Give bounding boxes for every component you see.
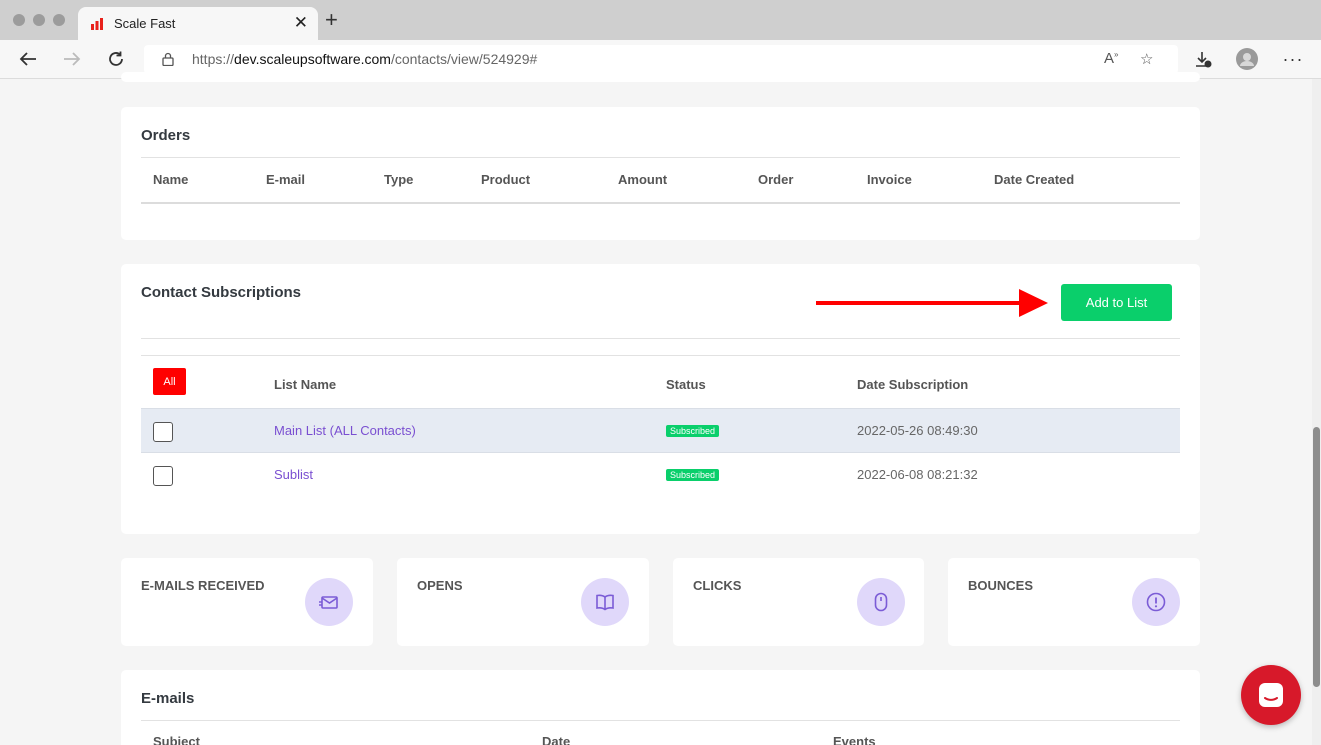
chat-icon: [1259, 683, 1283, 707]
url-text[interactable]: https://dev.scaleupsoftware.com/contacts…: [192, 51, 537, 67]
col-date-subscription[interactable]: Date Subscription: [857, 377, 968, 392]
col-list-name[interactable]: List Name: [274, 377, 336, 392]
back-icon[interactable]: [16, 48, 40, 70]
list-name-link[interactable]: Sublist: [274, 467, 313, 482]
row-checkbox[interactable]: [153, 422, 173, 442]
add-favorite-icon[interactable]: ☆: [1140, 50, 1153, 68]
table-row[interactable]: Main List (ALL Contacts) Subscribed 2022…: [141, 408, 1180, 453]
stat-label: OPENS: [417, 578, 463, 593]
orders-col-type[interactable]: Type: [384, 172, 413, 187]
mouse-icon: [857, 578, 905, 626]
emails-card: [121, 670, 1200, 745]
more-options-icon[interactable]: ···: [1281, 48, 1305, 70]
stat-label: E-MAILS RECEIVED: [141, 578, 265, 593]
envelope-icon: [305, 578, 353, 626]
close-window-button[interactable]: [13, 14, 25, 26]
status-badge: Subscribed: [666, 425, 720, 437]
stat-label: BOUNCES: [968, 578, 1034, 593]
stat-card-clicks: CLICKS: [673, 558, 924, 646]
zoom-window-button[interactable]: [53, 14, 65, 26]
status-badge: Subscribed: [666, 469, 720, 481]
subscription-date: 2022-06-08 08:21:32: [857, 467, 978, 482]
orders-col-invoice[interactable]: Invoice: [867, 172, 912, 187]
divider: [141, 202, 1180, 204]
browser-titlebar: Scale Fast ✕ +: [0, 0, 1321, 40]
emails-col-subject[interactable]: Subject: [153, 734, 200, 745]
orders-col-order[interactable]: Order: [758, 172, 793, 187]
table-row[interactable]: Sublist Subscribed 2022-06-08 08:21:32: [141, 453, 1180, 498]
select-all-button[interactable]: All: [153, 368, 186, 395]
orders-col-date-created[interactable]: Date Created: [994, 172, 1074, 187]
orders-col-name[interactable]: Name: [153, 172, 188, 187]
orders-col-email[interactable]: E-mail: [266, 172, 305, 187]
row-checkbox[interactable]: [153, 466, 173, 486]
stat-card-bounces: BOUNCES: [948, 558, 1200, 646]
stat-label: CLICKS: [693, 578, 742, 593]
scalefast-logo-icon: [91, 18, 103, 30]
book-icon: [581, 578, 629, 626]
read-aloud-icon[interactable]: A»: [1104, 50, 1118, 67]
red-arrow-annotation: [816, 289, 1048, 317]
emails-title: E-mails: [141, 690, 195, 707]
subscription-date: 2022-05-26 08:49:30: [857, 423, 978, 438]
profile-avatar-icon[interactable]: [1235, 48, 1259, 70]
reload-icon[interactable]: [104, 48, 128, 70]
alert-circle-icon: [1132, 578, 1180, 626]
emails-col-events[interactable]: Events: [833, 734, 876, 745]
scrollbar-thumb[interactable]: [1313, 427, 1320, 687]
tab-title: Scale Fast: [114, 16, 176, 31]
add-to-list-button[interactable]: Add to List: [1061, 284, 1172, 321]
lock-icon: [162, 52, 174, 66]
browser-tab[interactable]: Scale Fast ✕: [78, 7, 318, 40]
orders-col-product[interactable]: Product: [481, 172, 530, 187]
divider: [141, 355, 1180, 356]
minimize-window-button[interactable]: [33, 14, 45, 26]
stat-card-emails-received: E-MAILS RECEIVED: [121, 558, 373, 646]
chat-launcher-button[interactable]: [1241, 665, 1301, 725]
orders-col-amount[interactable]: Amount: [618, 172, 667, 187]
col-status[interactable]: Status: [666, 377, 706, 392]
subscriptions-title: Contact Subscriptions: [141, 284, 302, 301]
list-name-link[interactable]: Main List (ALL Contacts): [274, 423, 416, 438]
new-tab-icon[interactable]: +: [325, 9, 338, 31]
stat-card-opens: OPENS: [397, 558, 649, 646]
emails-col-date[interactable]: Date: [542, 734, 570, 745]
divider: [141, 157, 1180, 158]
downloads-icon[interactable]: [1191, 48, 1215, 70]
orders-title: Orders: [141, 127, 191, 144]
address-bar[interactable]: https://dev.scaleupsoftware.com/contacts…: [144, 45, 1178, 74]
divider: [141, 720, 1180, 721]
close-tab-icon[interactable]: ✕: [294, 13, 308, 33]
previous-card-bottom: [121, 72, 1200, 82]
forward-icon[interactable]: [60, 48, 84, 70]
divider: [141, 338, 1180, 339]
